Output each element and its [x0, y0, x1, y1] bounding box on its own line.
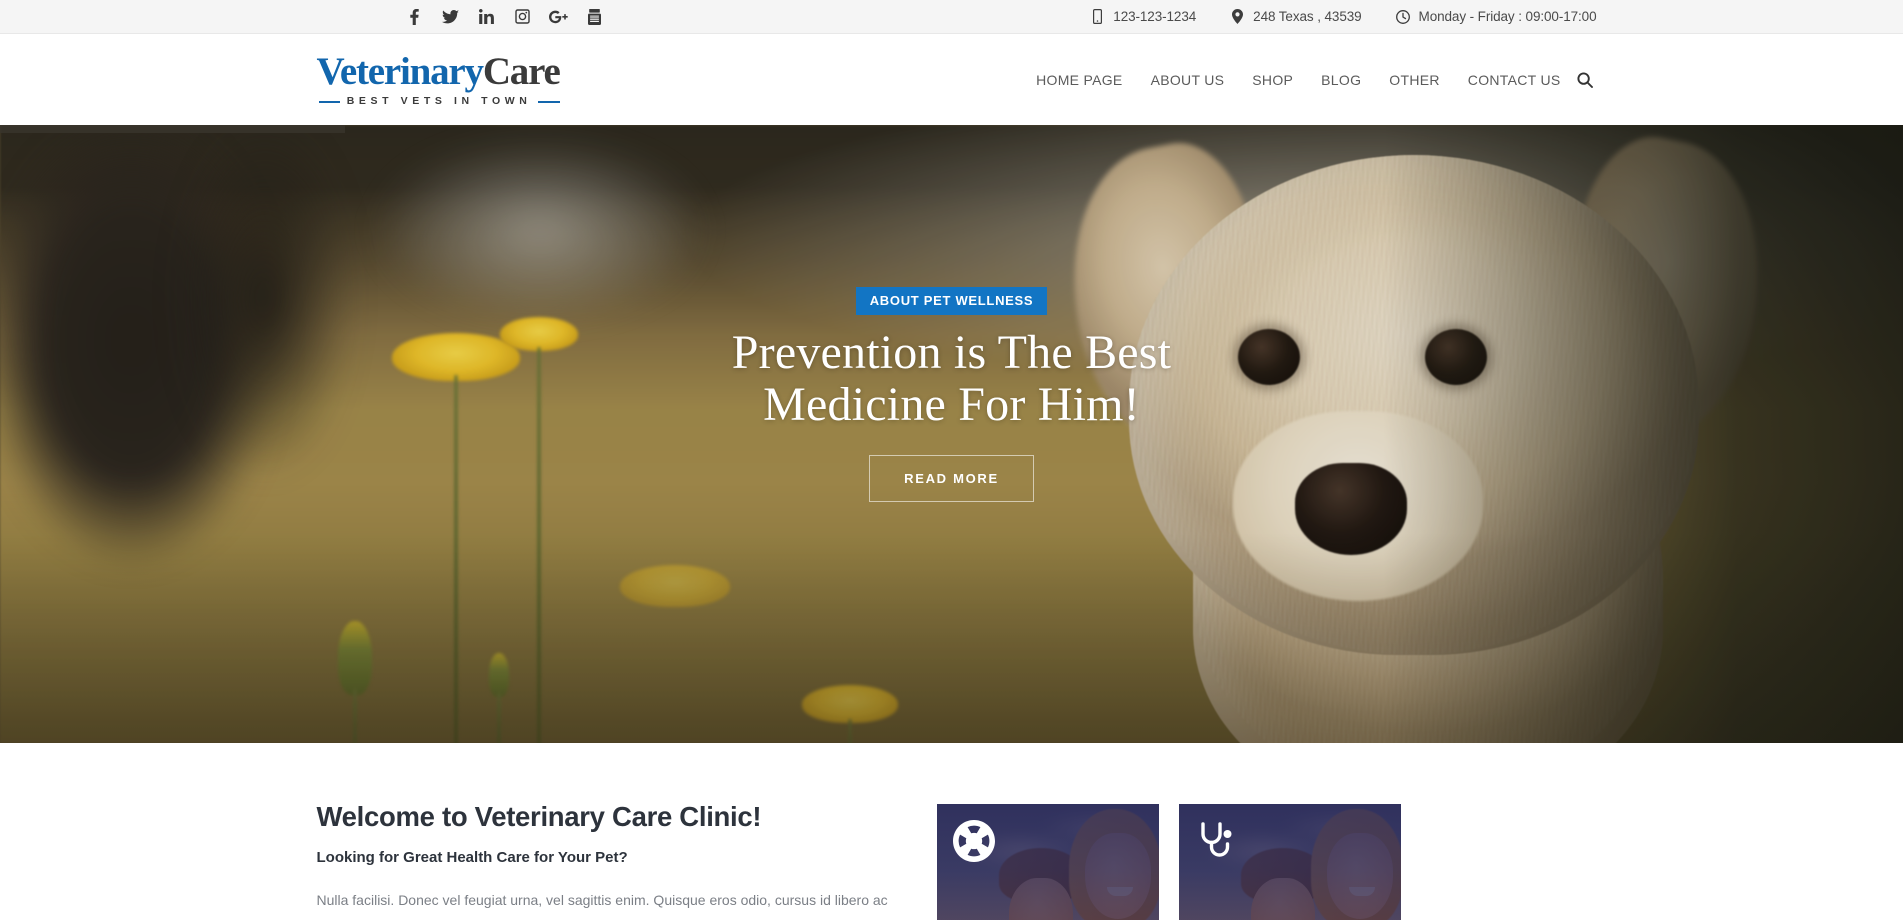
logo-wordmark: VeterinaryCare	[316, 50, 561, 94]
social-links	[397, 0, 613, 34]
hero-title-line-2: Medicine For Him!	[763, 377, 1140, 431]
hero-title-line-1: Prevention is The Best	[731, 326, 1172, 379]
promo-card-vaccines[interactable]: REQUEST FREE VACCINES	[1178, 804, 1401, 920]
welcome-subheading: Looking for Great Health Care for Your P…	[316, 849, 628, 866]
contact-hours-text: Monday - Friday : 09:00-17:00	[1418, 9, 1597, 24]
phone-icon	[1090, 9, 1104, 24]
nav-item-about-us[interactable]: ABOUT US	[1137, 72, 1239, 88]
contact-info: 123-123-1234 248 Texas , 43539 Monday - …	[1090, 9, 1597, 24]
linkedin-icon[interactable]	[469, 0, 505, 34]
top-bar: 123-123-1234 248 Texas , 43539 Monday - …	[0, 0, 1903, 34]
logo-word-veterinary: Veterinary	[316, 50, 485, 94]
welcome-text-column: Welcome to Veterinary Care Clinic! Looki…	[317, 801, 937, 914]
nav-item-blog[interactable]: BLOG	[1307, 72, 1375, 88]
logo-tagline-row: BEST VETS IN TOWN	[317, 96, 560, 107]
nav-item-home-page[interactable]: HOME PAGE	[1022, 72, 1136, 88]
promo-cards: BOOK YOUR APPOINTMENT	[936, 801, 1401, 920]
header-inner: VeterinaryCare BEST VETS IN TOWN HOME PA…	[307, 34, 1597, 125]
hero-title: Prevention is The Best Medicine For Him!	[732, 327, 1171, 431]
logo-rule-left	[318, 100, 340, 103]
hero-read-more-button[interactable]: READ MORE	[869, 454, 1034, 502]
contact-phone: 123-123-1234	[1090, 9, 1196, 24]
logo-rule-right	[538, 100, 560, 103]
hero-badge[interactable]: ABOUT PET WELLNESS	[855, 287, 1048, 315]
facebook-icon[interactable]	[397, 0, 433, 34]
map-pin-icon	[1230, 9, 1244, 24]
logo-word-care: Care	[482, 50, 561, 94]
search-icon[interactable]	[1575, 71, 1597, 88]
main-navigation: HOME PAGE ABOUT US SHOP BLOG OTHER CONTA…	[1022, 72, 1596, 88]
site-header: VeterinaryCare BEST VETS IN TOWN HOME PA…	[0, 34, 1903, 125]
contact-hours: Monday - Friday : 09:00-17:00	[1395, 9, 1597, 24]
lifebuoy-icon	[952, 820, 1143, 867]
nav-item-other[interactable]: OTHER	[1375, 72, 1454, 88]
promo-body-2: REQUEST FREE VACCINES	[1179, 804, 1401, 920]
welcome-paragraph: Nulla facilisi. Donec vel feugiat urna, …	[316, 892, 888, 908]
contact-phone-text: 123-123-1234	[1113, 9, 1197, 24]
google-plus-icon[interactable]	[541, 0, 577, 34]
welcome-inner: Welcome to Veterinary Care Clinic! Looki…	[307, 801, 1597, 920]
promo-card-appointment[interactable]: BOOK YOUR APPOINTMENT	[936, 804, 1159, 920]
hero-banner: ABOUT PET WELLNESS Prevention is The Bes…	[0, 125, 1903, 743]
twitter-icon[interactable]	[433, 0, 469, 34]
clock-icon	[1395, 9, 1410, 24]
contact-address: 248 Texas , 43539	[1230, 9, 1362, 24]
top-bar-inner: 123-123-1234 248 Texas , 43539 Monday - …	[307, 0, 1597, 33]
stethoscope-icon	[1195, 820, 1385, 867]
site-logo[interactable]: VeterinaryCare BEST VETS IN TOWN	[316, 50, 561, 107]
nav-item-shop[interactable]: SHOP	[1238, 72, 1307, 88]
instagram-icon[interactable]	[505, 0, 541, 34]
youtube-icon[interactable]	[577, 0, 613, 34]
welcome-heading: Welcome to Veterinary Care Clinic!	[316, 801, 762, 832]
header-shadow-strip	[0, 125, 345, 133]
logo-tagline: BEST VETS IN TOWN	[346, 95, 532, 108]
nav-item-contact-us[interactable]: CONTACT US	[1454, 72, 1575, 88]
contact-address-text: 248 Texas , 43539	[1253, 9, 1362, 24]
welcome-section: Welcome to Veterinary Care Clinic! Looki…	[0, 743, 1903, 920]
hero-content: ABOUT PET WELLNESS Prevention is The Bes…	[0, 125, 1903, 743]
promo-body-1: BOOK YOUR APPOINTMENT	[937, 804, 1159, 920]
